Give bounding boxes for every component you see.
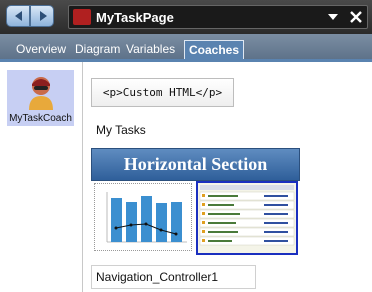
heading-text[interactable]: My Tasks [96,123,146,137]
coach-label: MyTaskCoach [9,113,72,124]
arrow-right-icon [40,11,47,21]
task-list-preview-image [199,185,295,246]
arrow-left-icon [15,11,22,21]
editor-tabs: Overview Diagram Variables Coaches [0,34,372,60]
window-title: MyTaskPage [96,10,174,25]
custom-html-block[interactable]: <p>Custom HTML</p> [91,78,234,107]
chart-preview-image [106,192,187,243]
forward-button[interactable] [30,5,54,27]
horizontal-section-header[interactable]: Horizontal Section [91,148,300,181]
coach-canvas: <p>Custom HTML</p> My Tasks Horizontal S… [82,62,372,292]
task-list-thumbnail[interactable] [196,181,298,255]
chart-thumbnail[interactable] [94,183,192,251]
tab-overview[interactable]: Overview [16,42,66,56]
tab-diagram[interactable]: Diagram [75,42,120,56]
close-icon[interactable] [349,10,363,24]
back-button[interactable] [6,5,30,27]
coach-list-panel: MyTaskCoach [0,62,83,292]
horizontal-section-body [91,181,300,256]
tab-variables[interactable]: Variables [126,42,175,56]
task-page-icon [73,9,91,25]
tab-coaches[interactable]: Coaches [184,40,244,60]
title-bar: MyTaskPage [0,0,372,34]
page-selector[interactable]: MyTaskPage [68,5,368,29]
coach-item[interactable]: MyTaskCoach [7,70,74,126]
chevron-down-icon[interactable] [327,12,339,22]
navigation-controller[interactable]: Navigation_Controller1 [91,265,256,289]
user-coach-icon [29,77,53,110]
